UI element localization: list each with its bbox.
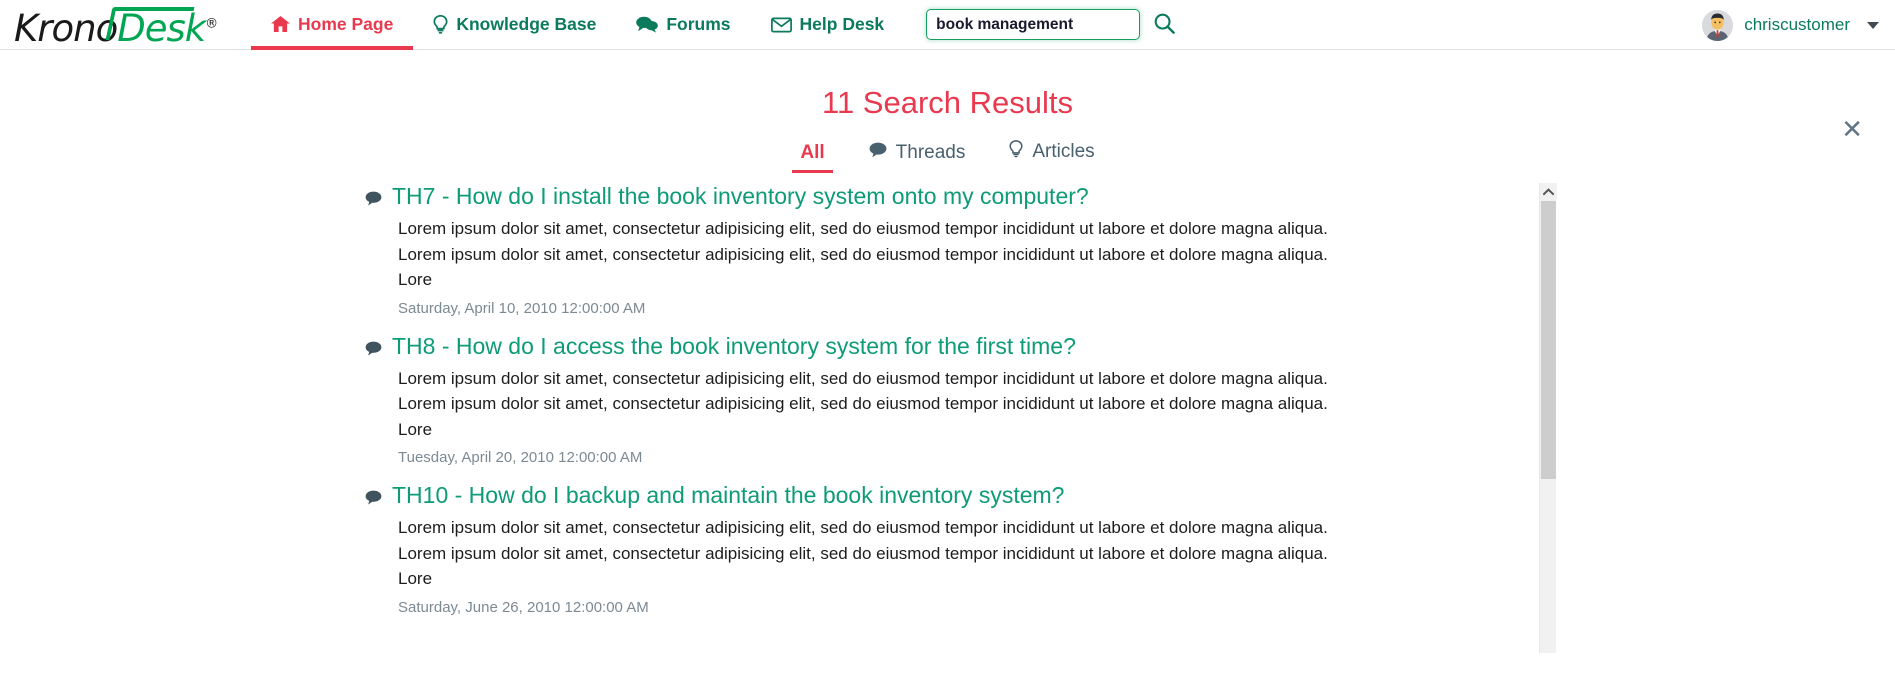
result-title-text: TH8 - How do I access the book inventory… bbox=[392, 332, 1076, 359]
result-snippet-line: Lorem ipsum dolor sit amet, consectetur … bbox=[398, 244, 1328, 264]
search-results-panel: ✕ 11 Search Results All Threads Articles… bbox=[0, 85, 1895, 653]
result-snippet-line: Lore bbox=[398, 569, 433, 588]
result-snippet-line: Lorem ipsum dolor sit amet, consectetur … bbox=[398, 368, 1328, 388]
scrollbar-thumb[interactable] bbox=[1541, 201, 1556, 479]
nav-label-knowledge-base: Knowledge Base bbox=[456, 14, 597, 34]
tab-label-all: All bbox=[800, 142, 825, 163]
result-item: TH7 - How do I install the book inventor… bbox=[365, 183, 1495, 317]
nav-label-help-desk: Help Desk bbox=[799, 14, 885, 34]
logo-registered-mark: ® bbox=[205, 16, 218, 32]
results-filter-tabs: All Threads Articles bbox=[0, 140, 1895, 173]
comments-icon bbox=[636, 16, 659, 33]
results-scrollbar[interactable] bbox=[1539, 183, 1557, 653]
nav-label-home-page: Home Page bbox=[298, 14, 394, 34]
tab-label-articles: Articles bbox=[1032, 141, 1095, 162]
search-results-list: TH7 - How do I install the book inventor… bbox=[0, 183, 1895, 653]
logo-text-krono: Krono bbox=[14, 6, 118, 50]
search-button[interactable] bbox=[1154, 13, 1175, 37]
avatar bbox=[1702, 9, 1734, 41]
result-item: TH10 - How do I backup and maintain the … bbox=[365, 482, 1495, 616]
kronodesk-logo[interactable]: KronoDesk® bbox=[14, 3, 239, 50]
tab-all[interactable]: All bbox=[792, 142, 833, 173]
user-menu[interactable]: chriscustomer bbox=[1702, 0, 1883, 50]
result-title-link[interactable]: TH10 - How do I backup and maintain the … bbox=[365, 482, 1495, 509]
nav-item-knowledge-base[interactable]: Knowledge Base bbox=[413, 0, 616, 50]
comment-icon bbox=[365, 484, 382, 511]
result-snippet: Lorem ipsum dolor sit amet, consectetur … bbox=[398, 366, 1478, 443]
result-snippet-line: Lore bbox=[398, 270, 433, 289]
nav-item-forums[interactable]: Forums bbox=[616, 0, 750, 50]
result-item: TH8 - How do I access the book inventory… bbox=[365, 333, 1495, 466]
home-icon bbox=[271, 16, 290, 33]
result-date: Tuesday, April 20, 2010 12:00:00 AM bbox=[398, 449, 643, 466]
comment-icon bbox=[365, 185, 382, 212]
close-icon[interactable]: ✕ bbox=[1841, 117, 1863, 143]
caret-down-icon[interactable] bbox=[1867, 21, 1879, 29]
result-snippet-line: Lorem ipsum dolor sit amet, consectetur … bbox=[398, 394, 1328, 413]
comment-icon bbox=[869, 142, 887, 164]
search-icon bbox=[1154, 13, 1175, 37]
result-snippet-line: Lorem ipsum dolor sit amet, consectetur … bbox=[398, 518, 1328, 537]
search-input[interactable] bbox=[926, 9, 1141, 40]
main-nav: Home Page Knowledge Base Forums Help Des… bbox=[251, 0, 904, 50]
logo-text-desk: Desk bbox=[117, 6, 206, 50]
nav-item-help-desk[interactable]: Help Desk bbox=[751, 0, 905, 50]
chevron-up-icon bbox=[1542, 183, 1555, 201]
result-snippet-line: Lorem ipsum dolor sit amet, consectetur … bbox=[398, 219, 1328, 238]
result-snippet-line: Lorem ipsum dolor sit amet, consectetur … bbox=[398, 543, 1328, 563]
lightbulb-icon bbox=[1009, 140, 1023, 164]
result-snippet-line: Lore bbox=[398, 419, 433, 439]
lightbulb-icon bbox=[433, 15, 448, 34]
result-snippet: Lorem ipsum dolor sit amet, consectetur … bbox=[398, 216, 1478, 293]
scrollbar-up-button[interactable] bbox=[1540, 183, 1557, 200]
search-area bbox=[926, 9, 1175, 40]
result-title-link[interactable]: TH7 - How do I install the book inventor… bbox=[365, 183, 1495, 210]
result-snippet: Lorem ipsum dolor sit amet, consectetur … bbox=[398, 515, 1478, 592]
result-title-text: TH10 - How do I backup and maintain the … bbox=[392, 482, 1065, 508]
result-title-text: TH7 - How do I install the book inventor… bbox=[392, 183, 1089, 209]
result-title-link[interactable]: TH8 - How do I access the book inventory… bbox=[365, 333, 1495, 360]
username-label: chriscustomer bbox=[1744, 15, 1850, 34]
page-title: 11 Search Results bbox=[822, 85, 1073, 120]
nav-label-forums: Forums bbox=[666, 14, 731, 34]
top-navigation-bar: KronoDesk® Home Page Knowledge Base Foru… bbox=[0, 0, 1895, 50]
tab-articles[interactable]: Articles bbox=[1006, 140, 1097, 173]
tab-label-threads: Threads bbox=[895, 142, 966, 163]
envelope-icon bbox=[770, 17, 792, 33]
result-date: Saturday, April 10, 2010 12:00:00 AM bbox=[398, 299, 646, 317]
result-date: Saturday, June 26, 2010 12:00:00 AM bbox=[398, 598, 649, 616]
nav-item-home-page[interactable]: Home Page bbox=[251, 0, 414, 50]
tab-threads[interactable]: Threads bbox=[866, 142, 969, 173]
comment-icon bbox=[365, 335, 382, 362]
